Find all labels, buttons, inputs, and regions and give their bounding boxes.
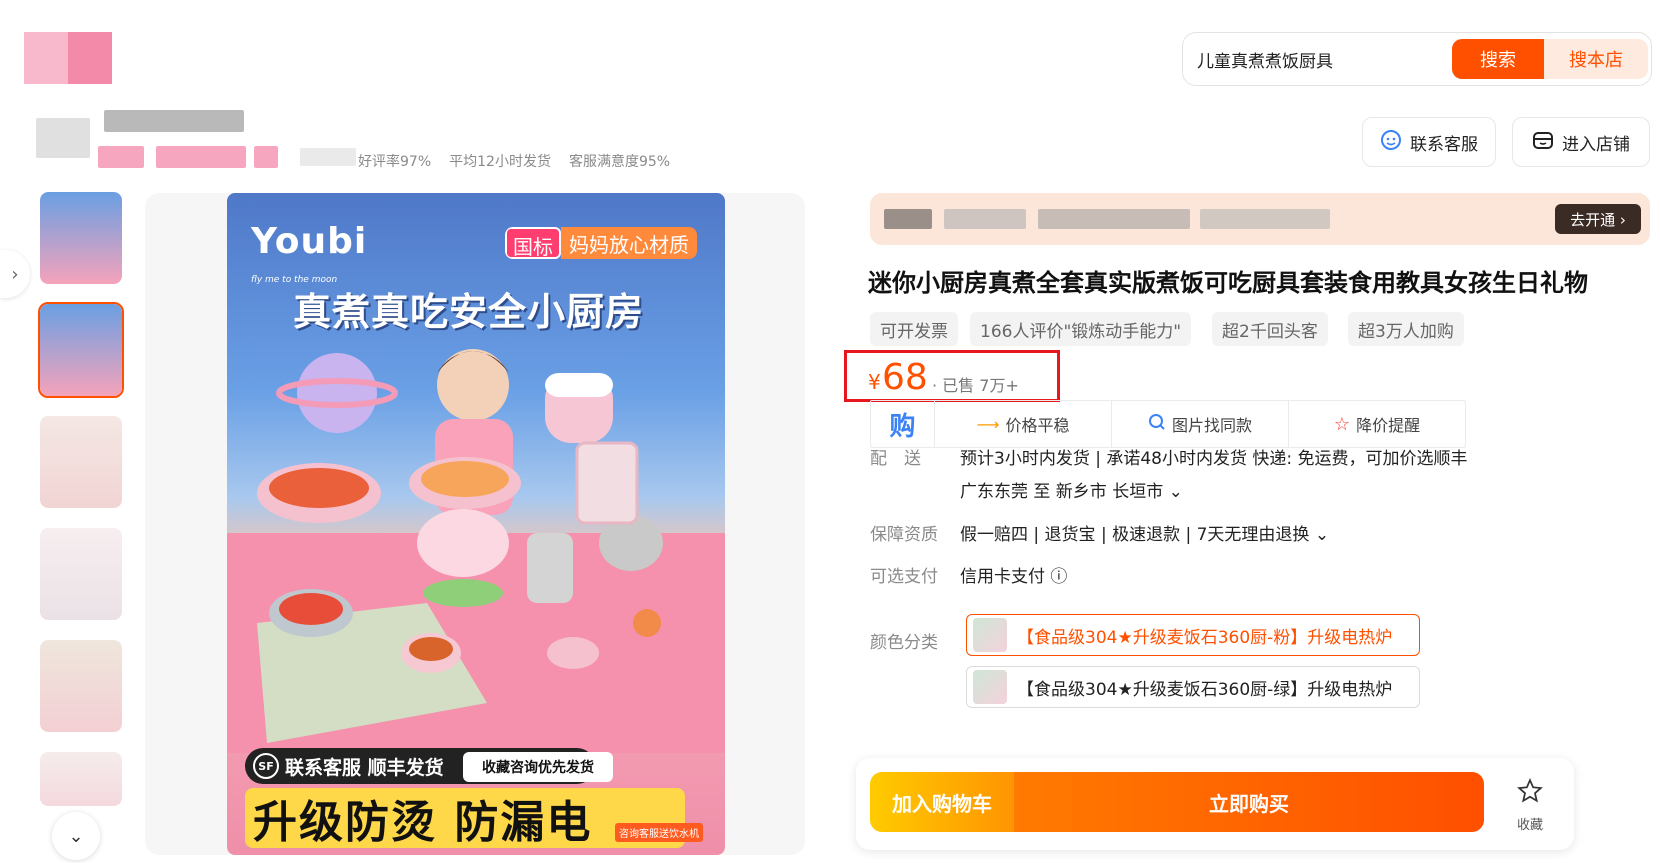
price-alert-button[interactable]: ☆ 降价提醒: [1289, 401, 1465, 447]
contact-service-button[interactable]: 联系客服: [1362, 117, 1496, 167]
promo-contact-text: 联系客服 顺丰发货: [285, 756, 444, 779]
product-price: 68: [882, 357, 928, 398]
stat-ship-time: 平均12小时发货: [449, 154, 551, 170]
price-alert-label: 降价提醒: [1356, 416, 1421, 435]
thumbnail-1[interactable]: [38, 190, 124, 286]
guarantee-label: 保障资质: [870, 525, 938, 545]
enter-store-button[interactable]: 进入店铺: [1512, 117, 1650, 167]
thumbnail-3[interactable]: [38, 414, 124, 510]
sold-count: · 已售 7万+: [932, 376, 1019, 395]
image-search-button[interactable]: 图片找同款: [1112, 401, 1289, 447]
quality-badge: 国标 妈妈放心材质: [505, 227, 697, 259]
shop-badge-blurred: [254, 146, 278, 168]
color-option-green[interactable]: 【食品级304★升级麦饭石360厨-绿】升级电热炉: [966, 666, 1420, 708]
shop-icon[interactable]: 购: [871, 401, 935, 447]
image-search-label: 图片找同款: [1171, 416, 1252, 435]
arrow-right-icon: ⟶: [976, 414, 1000, 434]
option-thumbnail: [973, 670, 1007, 704]
shop-stats: 好评率97% 平均12小时发货 客服满意度95%: [358, 151, 670, 171]
banner-text-blurred: [944, 209, 1026, 229]
thumbnail-5[interactable]: [38, 638, 124, 734]
tag-invoice[interactable]: 可开发票: [870, 312, 958, 346]
badge-national-standard: 国标: [505, 227, 561, 259]
membership-banner[interactable]: [870, 193, 1650, 245]
option-thumbnail: [973, 618, 1007, 652]
shop-name-blurred[interactable]: [104, 110, 244, 132]
add-to-cart-button[interactable]: 加入购物车: [870, 772, 1014, 832]
stat-positive-rate: 好评率97%: [358, 154, 432, 170]
banner-text-blurred: [884, 209, 932, 229]
main-product-image[interactable]: Youbi fly me to the moon 国标 妈妈放心材质 真煮真吃安…: [227, 193, 725, 855]
chevron-right-icon[interactable]: ›: [0, 250, 30, 298]
enter-store-label: 进入店铺: [1562, 134, 1630, 155]
star-icon: ☆: [1333, 413, 1351, 435]
banner-text-blurred: [1038, 209, 1190, 229]
buy-now-button[interactable]: 立即购买: [1014, 772, 1484, 832]
chat-icon: [1380, 129, 1402, 156]
favorite-label: 收藏: [1516, 818, 1543, 833]
brand-logo: Youbi: [251, 221, 368, 262]
tag-added-to-cart[interactable]: 超3万人加购: [1348, 312, 1464, 346]
shipping-destination[interactable]: 广东东莞 至 新乡市 长垣市 ⌄: [960, 477, 1183, 502]
tag-reviews[interactable]: 166人评价"锻炼动手能力": [970, 312, 1192, 346]
shop-avatar-blurred[interactable]: [36, 118, 90, 158]
thumbnail-2[interactable]: [38, 302, 124, 398]
price-feature-bar: 购 ⟶ 价格平稳 图片找同款 ☆ 降价提醒: [870, 400, 1466, 448]
payment-label: 可选支付: [870, 567, 938, 587]
chevron-down-icon[interactable]: ⌄: [52, 812, 100, 860]
color-option-pink[interactable]: 【食品级304★升级麦饭石360厨-粉】升级电热炉: [966, 614, 1420, 656]
search-button[interactable]: 搜索: [1452, 39, 1544, 79]
image-search-icon: [1148, 413, 1166, 435]
promo-favorite-banner: 收藏咨询优先发货: [463, 752, 613, 782]
shipping-info: 预计3小时内发货 | 承诺48小时内发货 快递: 免运费，可加价选顺丰: [960, 449, 1468, 469]
color-option-label: 【食品级304★升级麦饭石360厨-粉】升级电热炉: [1017, 627, 1393, 648]
search-store-button[interactable]: 搜本店: [1544, 39, 1648, 79]
guarantee-info[interactable]: 假一赔四 | 退货宝 | 极速退款 | 7天无理由退换 ⌄: [960, 520, 1329, 545]
shop-rating-blurred: [300, 148, 356, 166]
badge-safe-material: 妈妈放心材质: [561, 227, 697, 259]
store-logo-blurred[interactable]: [24, 32, 112, 84]
color-label: 颜色分类: [870, 633, 938, 653]
product-title: 迷你小厨房真煮全套真实版煮饭可吃厨具套装食用教具女孩生日礼物: [868, 269, 1588, 297]
promo-gift-tag: 咨询客服送饮水机: [615, 823, 703, 842]
store-icon: [1532, 129, 1554, 156]
price-stable-label: 价格平稳: [1005, 416, 1070, 435]
sf-express-icon: SF: [253, 753, 279, 779]
activate-button[interactable]: 去开通 ›: [1555, 204, 1641, 234]
tag-repeat-customers[interactable]: 超2千回头客: [1212, 312, 1328, 346]
shipping-label: 配 送: [870, 449, 921, 469]
banner-text-blurred: [1200, 209, 1330, 229]
stat-service-satisfaction: 客服满意度95%: [568, 154, 671, 170]
payment-info[interactable]: 信用卡支付 ⓘ: [960, 562, 1067, 587]
star-outline-icon: [1517, 778, 1543, 808]
contact-service-label: 联系客服: [1410, 134, 1478, 155]
price-currency: ¥: [868, 370, 881, 394]
favorite-button[interactable]: 收藏: [1505, 778, 1555, 833]
thumbnail-4[interactable]: [38, 526, 124, 622]
kitchen-scene-illustration: [227, 349, 725, 753]
price-stable-button[interactable]: ⟶ 价格平稳: [935, 401, 1112, 447]
shop-badge-blurred: [156, 146, 246, 168]
color-option-label: 【食品级304★升级麦饭石360厨-绿】升级电热炉: [1017, 679, 1393, 700]
shop-badge-blurred: [98, 146, 144, 168]
thumbnail-6[interactable]: [38, 750, 124, 808]
